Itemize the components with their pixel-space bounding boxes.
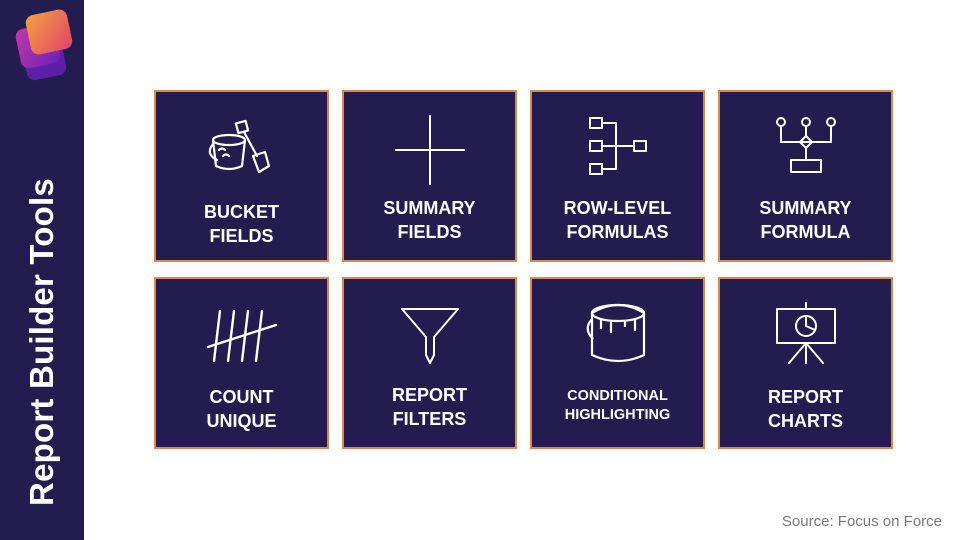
tile-label-line2: FORMULAS <box>566 222 669 242</box>
bucket-shovel-icon <box>208 119 270 174</box>
tally-marks-icon <box>206 309 277 363</box>
tile-label-line2: FORMULA <box>760 222 851 242</box>
tile-report-charts: REPORT CHARTS <box>718 277 893 449</box>
tile-label-line2: FILTERS <box>392 409 467 429</box>
decision-diagram-icon <box>775 117 836 173</box>
tile-label-line1: COUNT <box>209 387 274 407</box>
hierarchy-flow-icon <box>588 117 647 175</box>
tile-conditional-highlighting: CONDITIONAL HIGHLIGHTING <box>530 277 705 449</box>
plus-cross-icon <box>394 115 465 185</box>
source-credit: Source: Focus on Force <box>781 513 942 530</box>
tile-label-line2: CHARTS <box>768 411 843 431</box>
tile-row-level-formulas: ROW-LEVEL FORMULAS <box>530 90 705 262</box>
tile-count-unique: COUNT UNIQUE <box>154 277 329 449</box>
tile-label: SUMMARY FIELDS <box>348 196 511 244</box>
tile-summary-formula: SUMMARY FORMULA <box>718 90 893 262</box>
tile-label: ROW-LEVEL FORMULAS <box>536 196 699 244</box>
paint-can-icon <box>586 303 645 363</box>
tile-label-line1: SUMMARY <box>383 198 476 218</box>
tile-label-line2: FIELDS <box>397 222 462 242</box>
tile-label-line1: CONDITIONAL <box>567 388 668 404</box>
tile-label-line1: ROW-LEVEL <box>563 198 672 218</box>
tile-label-line1: REPORT <box>391 385 467 405</box>
tile-label: REPORT FILTERS <box>348 383 511 431</box>
tile-label-line1: BUCKET <box>204 202 279 222</box>
tile-label-line2: UNIQUE <box>206 411 277 431</box>
tile-label: BUCKET FIELDS <box>160 200 323 248</box>
tile-label: REPORT CHARTS <box>724 385 887 433</box>
tile-bucket-fields: BUCKET FIELDS <box>154 90 329 262</box>
funnel-icon <box>400 308 459 364</box>
tile-label-line2: FIELDS <box>209 226 274 246</box>
tile-label: CONDITIONAL HIGHLIGHTING <box>536 387 699 425</box>
tile-label: SUMMARY FORMULA <box>724 196 887 244</box>
tile-label-line2: HIGHLIGHTING <box>564 407 671 423</box>
tile-summary-fields: SUMMARY FIELDS <box>342 90 517 262</box>
tile-report-filters: REPORT FILTERS <box>342 277 517 449</box>
tile-label: COUNT UNIQUE <box>160 385 323 433</box>
tile-label-line1: SUMMARY <box>759 198 852 218</box>
presentation-chart-icon <box>775 302 836 364</box>
tools-grid: BUCKET FIELDS SUMMARY FIELDS ROW-LEVEL F… <box>0 0 960 540</box>
tile-label-line1: REPORT <box>767 387 843 407</box>
